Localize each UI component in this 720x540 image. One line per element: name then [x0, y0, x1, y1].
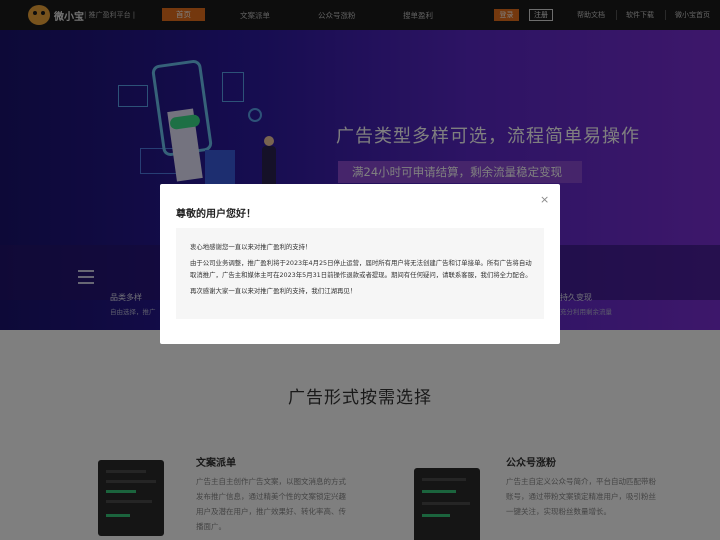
dialog-paragraph-farewell: 再次感谢大家一直以来对推广盈利的支持，我们江湖再见！ — [190, 287, 357, 295]
close-icon[interactable]: × — [540, 193, 549, 206]
notice-dialog: 尊敬的用户您好！ × 衷心地感谢您一直以来对推广盈利的支持！ 由于公司业务调整，… — [160, 184, 560, 344]
dialog-body: 衷心地感谢您一直以来对推广盈利的支持！ 由于公司业务调整，推广盈利将于2023年… — [176, 228, 544, 319]
dialog-title: 尊敬的用户您好！ — [176, 209, 256, 220]
dialog-paragraph-thanks: 衷心地感谢您一直以来对推广盈利的支持！ — [190, 243, 312, 251]
dialog-paragraph-notice: 由于公司业务调整，推广盈利将于2023年4月25日停止运营，届时所有用户将无法创… — [190, 259, 532, 279]
